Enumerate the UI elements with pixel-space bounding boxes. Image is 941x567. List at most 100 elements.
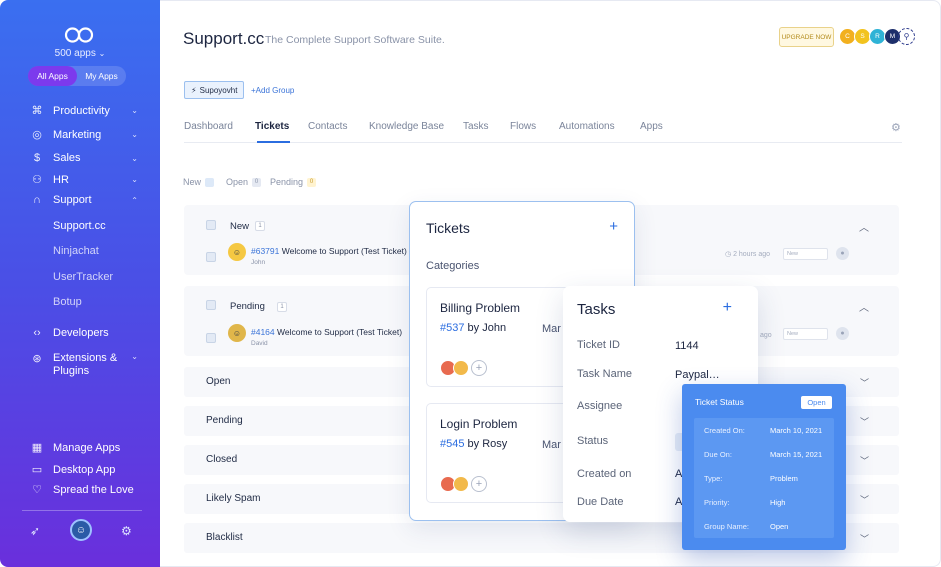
chevron-down-icon: ⌄ — [131, 130, 138, 139]
sidebar-subitem-support-cc[interactable]: Support.cc — [53, 220, 106, 232]
filter-open[interactable]: Open 0 — [226, 177, 262, 187]
filter-new[interactable]: New — [183, 177, 215, 187]
avatar — [453, 360, 469, 376]
sidebar-item-label: Extensions & Plugins — [53, 352, 118, 377]
ticket-link[interactable]: #63791 Welcome to Support (Test Ticket) — [251, 246, 407, 256]
tab-tasks[interactable]: Tasks — [463, 121, 489, 132]
sidebar-item-sales[interactable]: $ Sales ⌄ — [30, 152, 142, 164]
panel-label: New — [230, 221, 250, 232]
select-all-checkbox[interactable] — [206, 300, 216, 310]
grid-icon: ▦ — [31, 442, 43, 454]
tab-dashboard[interactable]: Dashboard — [184, 121, 233, 132]
panel-count: 1 — [255, 221, 265, 231]
status-field-label: Due On: — [704, 450, 732, 459]
gear-icon[interactable]: ⚙ — [891, 121, 901, 134]
ticket-time: ago — [760, 332, 772, 339]
add-assignee-icon[interactable]: + — [471, 476, 487, 492]
ticket-date-fragment: Mar — [542, 439, 561, 451]
assign-user-icon[interactable]: ● — [836, 327, 849, 340]
tab-contacts[interactable]: Contacts — [308, 121, 347, 132]
upgrade-button[interactable]: UPGRADE NOW — [779, 27, 834, 47]
avatar: ☺ — [228, 324, 246, 342]
chevron-down-icon: ﹀ — [859, 534, 869, 544]
chevron-down-icon: ⌄ — [131, 352, 138, 361]
ticket-checkbox[interactable] — [206, 333, 216, 343]
sidebar-item-label: Support — [53, 194, 92, 206]
sidebar-subitem-botup[interactable]: Botup — [53, 296, 82, 308]
status-select[interactable]: New — [783, 328, 828, 340]
row-label: Pending — [206, 415, 243, 426]
row-label: Open — [206, 376, 231, 387]
task-field-label: Status — [577, 435, 609, 447]
sidebar-item-support[interactable]: ∩ Support ⌃ — [30, 194, 142, 206]
tab-automations[interactable]: Automations — [559, 121, 615, 132]
filter-label: Open — [226, 177, 249, 187]
filter-count: 0 — [252, 177, 262, 187]
add-member-icon[interactable]: ⚲ — [898, 28, 915, 45]
ticket-id[interactable]: #545 — [440, 438, 464, 450]
tab-apps[interactable]: Apps — [640, 121, 663, 132]
row-label: Likely Spam — [206, 493, 261, 504]
chevron-up-icon[interactable]: ︿ — [859, 219, 869, 234]
filter-pending[interactable]: Pending 0 — [270, 177, 317, 187]
all-apps-toggle[interactable]: All Apps — [28, 66, 77, 86]
sidebar-item-marketing[interactable]: ◎ Marketing ⌄ — [30, 128, 142, 142]
sidebar-item-extensions[interactable]: ⊛ Extensions & Plugins ⌄ — [30, 352, 142, 378]
sidebar-footer-label: Manage Apps — [53, 441, 121, 454]
user-avatar[interactable]: ☺ — [70, 519, 92, 541]
panel-count: 1 — [277, 302, 287, 312]
status-open-button[interactable]: Open — [801, 396, 832, 409]
tickets-card-title: Tickets — [426, 220, 470, 236]
ticket-title: Welcome to Support (Test Ticket) — [281, 246, 407, 256]
assign-user-icon[interactable]: ● — [836, 247, 849, 260]
command-icon: ⌘ — [31, 105, 43, 117]
tab-flows[interactable]: Flows — [510, 121, 536, 132]
add-assignee-icon[interactable]: + — [471, 360, 487, 376]
sidebar-footer-manage-apps[interactable]: ▦ Manage Apps — [30, 441, 142, 455]
status-select[interactable]: New — [783, 248, 828, 260]
chevron-up-icon[interactable]: ︿ — [859, 299, 869, 314]
sidebar-footer-desktop-app[interactable]: ▭ Desktop App — [30, 463, 142, 477]
ticket-id[interactable]: #537 — [440, 322, 464, 334]
apps-count-dropdown[interactable]: 500 apps ⌄ — [0, 48, 160, 59]
clock-icon: ◷ — [725, 251, 732, 258]
sidebar-item-hr[interactable]: ⚇ HR ⌄ — [30, 173, 142, 187]
apps-toggle: All Apps My Apps — [28, 66, 126, 86]
avatar: ☺ — [228, 243, 246, 261]
infinity-logo-icon[interactable] — [64, 26, 94, 44]
sidebar-subitem-usertracker[interactable]: UserTracker — [53, 271, 113, 283]
page-subtitle: The Complete Support Software Suite. — [265, 34, 445, 46]
ticket-category-title: Billing Problem — [440, 301, 521, 315]
dollar-icon: $ — [33, 152, 41, 164]
ticket-owner: by Rosy — [467, 438, 508, 450]
tab-tickets[interactable]: Tickets — [255, 121, 289, 132]
rocket-icon[interactable]: ➶ — [30, 524, 40, 538]
ticket-category-meta: #537 by John — [440, 322, 506, 334]
select-all-checkbox[interactable] — [206, 220, 216, 230]
sidebar-subitem-ninjachat[interactable]: Ninjachat — [53, 245, 99, 257]
ticket-author: David — [251, 340, 268, 347]
ticket-link[interactable]: #4164 Welcome to Support (Test Ticket) — [251, 327, 402, 337]
my-apps-toggle[interactable]: My Apps — [77, 66, 126, 86]
sidebar-item-productivity[interactable]: ⌘ Productivity ⌄ — [30, 104, 142, 118]
apps-count-label: 500 apps — [54, 48, 96, 59]
tab-knowledge-base[interactable]: Knowledge Base — [369, 121, 444, 132]
add-task-icon[interactable]: + — [723, 299, 732, 317]
status-field-label: Created On: — [704, 426, 745, 435]
ticket-id: #63791 — [251, 246, 280, 256]
status-field-value: March 10, 2021 — [770, 426, 823, 435]
sidebar-item-developers[interactable]: ‹› Developers — [30, 327, 142, 339]
gear-icon[interactable]: ⚙ — [121, 524, 132, 538]
sidebar-footer-spread-love[interactable]: ♡ Spread the Love — [30, 483, 142, 497]
sidebar-item-label: Productivity — [53, 104, 110, 117]
add-ticket-icon[interactable]: + — [609, 218, 618, 235]
ticket-status-title: Ticket Status — [695, 397, 744, 407]
ticket-checkbox[interactable] — [206, 252, 216, 262]
add-group-link[interactable]: +Add Group — [251, 86, 294, 95]
sidebar-footer-label: Desktop App — [53, 463, 116, 476]
group-chip[interactable]: ⚡ Supoyovht — [184, 81, 245, 99]
task-field-label: Created on — [577, 468, 632, 480]
filter-count: 0 — [307, 177, 317, 187]
sidebar-item-label: Marketing — [53, 128, 102, 141]
chevron-down-icon: ﹀ — [859, 456, 869, 466]
